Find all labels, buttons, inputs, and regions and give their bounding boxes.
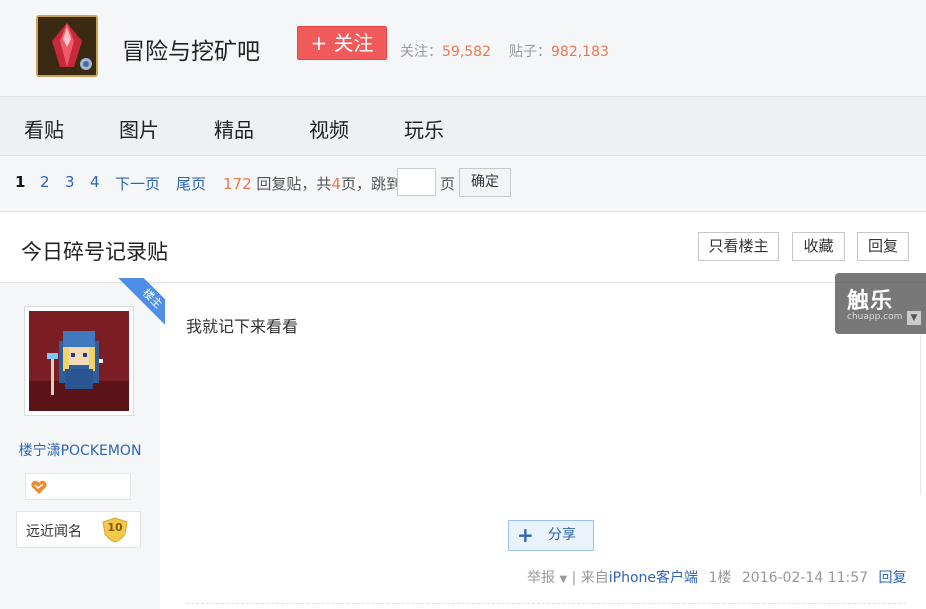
followers-count: 59,582	[442, 44, 491, 60]
nav-item-featured[interactable]: 精品	[214, 114, 254, 143]
share-label: 分享	[548, 527, 576, 543]
post-source[interactable]: iPhone客户端	[609, 570, 698, 586]
source-separator: | 来自	[567, 570, 609, 586]
thread-title-bar: 今日碎号记录贴 只看楼主 收藏 回复	[0, 212, 926, 283]
nav-item-videos[interactable]: 视频	[309, 114, 349, 143]
page-1: 1	[15, 173, 26, 191]
level-number: 10	[107, 521, 123, 534]
follow-button[interactable]: + 关注	[297, 26, 387, 60]
plus-icon: +	[517, 523, 534, 547]
chuapp-watermark: 触乐 chuapp.com ▼	[835, 273, 926, 334]
page-2[interactable]: 2	[40, 173, 50, 191]
pagination: 1 2 3 4 下一页 尾页 172 回复贴，共4页，跳到 页 确定	[0, 156, 926, 212]
jump-confirm-button[interactable]: 确定	[459, 168, 511, 197]
forum-name[interactable]: 冒险与挖矿吧	[122, 32, 260, 66]
collapse-arrow-icon[interactable]: ▼	[907, 311, 921, 325]
post-meta: 举报 ▼ | 来自iPhone客户端 1楼 2016-02-14 11:57 回…	[527, 567, 907, 587]
floor-number: 1楼	[708, 570, 732, 586]
level-shield-icon: 10	[101, 516, 129, 544]
post-content: 我就记下来看看	[186, 317, 299, 336]
post-timestamp: 2016-02-14 11:57	[741, 570, 869, 586]
nav-item-posts[interactable]: 看贴	[24, 114, 64, 143]
page-3[interactable]: 3	[65, 173, 75, 191]
only-op-button[interactable]: 只看楼主	[698, 232, 779, 261]
heart-badge-icon	[31, 480, 47, 494]
watermark-title: 触乐	[847, 289, 894, 314]
reply-thread-button[interactable]: 回复	[857, 232, 909, 261]
thread-title: 今日碎号记录贴	[21, 240, 168, 264]
page-jump-input[interactable]	[397, 168, 436, 196]
next-page-link[interactable]: 下一页	[115, 173, 160, 194]
watermark-domain: chuapp.com	[847, 312, 903, 322]
red-crystal-icon[interactable]	[36, 15, 98, 77]
posts-count: 982,183	[551, 44, 609, 60]
page-unit-label: 页	[440, 175, 456, 193]
forum-nav: 看贴 图片 精品 视频 玩乐	[0, 97, 926, 156]
reply-link[interactable]: 回复	[879, 570, 907, 586]
favorite-button[interactable]: 收藏	[792, 232, 845, 261]
forum-stats: 关注：59,582 贴子：982,183	[400, 41, 609, 61]
avatar[interactable]	[24, 306, 134, 416]
last-page-link[interactable]: 尾页	[176, 173, 206, 194]
post-divider	[186, 603, 906, 604]
forum-header: 冒险与挖矿吧 + 关注 关注：59,582 贴子：982,183	[0, 0, 926, 97]
member-badge-box	[25, 473, 131, 500]
level-name: 远近闻名	[26, 524, 82, 540]
posts-label: 贴子：	[509, 44, 551, 60]
nav-item-images[interactable]: 图片	[119, 114, 159, 143]
author-username[interactable]: 楼宁潇POCKEMON	[0, 440, 160, 460]
page-4[interactable]: 4	[90, 173, 100, 191]
member-level-box: 远近闻名 10	[16, 511, 141, 548]
report-link[interactable]: 举报	[527, 570, 555, 586]
followers-label: 关注：	[400, 44, 442, 60]
reply-summary: 172 回复贴，共4页，跳到	[223, 175, 401, 193]
nav-item-fun[interactable]: 玩乐	[404, 114, 444, 143]
chevron-down-icon[interactable]: ▼	[559, 574, 567, 585]
share-button[interactable]: + 分享	[508, 520, 594, 551]
scrollbar-track[interactable]	[920, 335, 926, 495]
